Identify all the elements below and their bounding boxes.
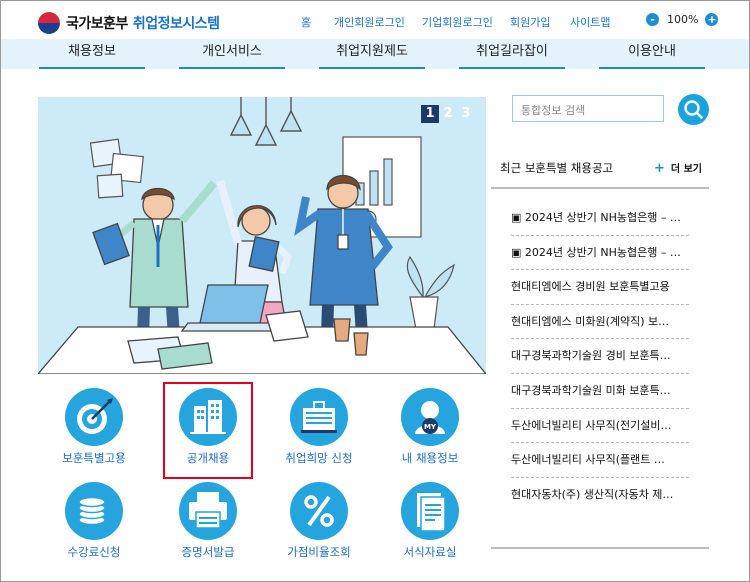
- main-nav: 채용정보 개인서비스 취업지원제도 취업길라잡이 이용안내: [1, 39, 749, 69]
- service-label: 취업희망 신청: [285, 451, 353, 465]
- service-form-library[interactable]: 서식자료실: [375, 482, 485, 560]
- logo-system-text: 취업정보시스템: [132, 16, 220, 32]
- notice-item[interactable]: ▣ 2024년 상반기 NH농협은행 – …: [511, 201, 689, 236]
- service-job-application[interactable]: 취업희망 신청: [264, 388, 374, 466]
- nav-personal-service[interactable]: 개인서비스: [179, 39, 285, 69]
- notice-item[interactable]: 현대자동차(주) 생산직(자동차 제…: [511, 478, 689, 513]
- more-label: 더 보기: [670, 164, 702, 175]
- zoom-control: - 100% +: [646, 13, 719, 26]
- service-label: 보훈특별고용: [62, 451, 126, 465]
- notice-item[interactable]: 대구경북과학기술원 경비 보훈특…: [511, 339, 689, 374]
- svg-text:MY: MY: [424, 423, 437, 431]
- zoom-in-button[interactable]: +: [705, 13, 719, 26]
- notice-top-divider: [491, 187, 709, 189]
- coins-icon: [65, 482, 123, 540]
- public-recruitment-highlight: [163, 382, 253, 479]
- percent-icon: [290, 482, 348, 540]
- target-icon: [65, 388, 123, 446]
- document-icon: [401, 482, 459, 540]
- site-logo[interactable]: 국가보훈부 취업정보시스템: [38, 12, 220, 34]
- service-my-recruitment[interactable]: MY 내 채용정보: [375, 388, 485, 466]
- plus-icon: +: [654, 161, 665, 176]
- banner-page-1[interactable]: 1: [421, 105, 439, 123]
- service-certificate-issue[interactable]: 증명서발급: [153, 482, 263, 560]
- service-tuition-application[interactable]: 수강료신청: [39, 482, 149, 560]
- nav-job-guide[interactable]: 취업길라잡이: [459, 39, 565, 69]
- clipboard-icon: [290, 388, 348, 446]
- notice-item[interactable]: 대구경북과학기술원 미화 보훈특…: [511, 374, 689, 409]
- home-link[interactable]: 홈: [301, 14, 311, 30]
- banner-pager: 123: [421, 105, 475, 123]
- notice-list: ▣ 2024년 상반기 NH농협은행 – … ▣ 2024년 상반기 NH농협은…: [511, 201, 689, 512]
- personal-login-link[interactable]: 개인회원로그인: [334, 14, 405, 30]
- search-icon: [684, 100, 703, 119]
- printer-icon: [179, 482, 237, 540]
- notice-section-title: 최근 보훈특별 채용공고: [500, 161, 614, 175]
- more-link[interactable]: + 더 보기: [654, 160, 702, 176]
- service-label: 가점비율조회: [287, 545, 351, 559]
- company-login-link[interactable]: 기업회원로그인: [422, 14, 493, 30]
- notice-item[interactable]: 두산에너빌리티 사무직(플랜트 …: [511, 443, 689, 478]
- top-bar: 국가보훈부 취업정보시스템 홈 개인회원로그인 기업회원로그인 회원가입 사이트…: [1, 1, 749, 41]
- service-label: 서식자료실: [403, 545, 457, 559]
- search-button[interactable]: [678, 94, 709, 125]
- search-input[interactable]: 통합정보 검색: [512, 95, 664, 122]
- nav-employment-support[interactable]: 취업지원제도: [319, 39, 425, 69]
- main-banner[interactable]: [38, 97, 486, 374]
- service-label: 수강료신청: [67, 545, 121, 559]
- service-bonus-rate-lookup[interactable]: 가점비율조회: [264, 482, 374, 560]
- notice-bottom-divider: [491, 547, 709, 549]
- notice-item[interactable]: 두산에너빌리티 사무직(전기설비…: [511, 409, 689, 444]
- banner-page-2[interactable]: 2: [439, 105, 457, 123]
- nav-job-info[interactable]: 채용정보: [39, 39, 145, 69]
- service-label: 증명서발급: [181, 545, 235, 559]
- notice-item[interactable]: 현대티엠에스 경비원 보훈특별고용: [511, 270, 689, 305]
- sitemap-link[interactable]: 사이트맵: [570, 14, 610, 30]
- signup-link[interactable]: 회원가입: [510, 14, 550, 30]
- notice-item[interactable]: 현대티엠에스 미화원(계약직) 보…: [511, 305, 689, 340]
- my-profile-icon: MY: [401, 388, 459, 446]
- nav-usage-guide[interactable]: 이용안내: [599, 39, 705, 69]
- office-team-illustration: [38, 97, 486, 374]
- taegeuk-logo-icon: [38, 12, 60, 34]
- logo-ministry-text: 국가보훈부: [66, 16, 128, 32]
- zoom-level: 100%: [667, 13, 699, 26]
- notice-item[interactable]: ▣ 2024년 상반기 NH농협은행 – …: [511, 236, 689, 271]
- service-label: 내 채용정보: [401, 451, 459, 465]
- banner-page-3[interactable]: 3: [457, 105, 475, 123]
- zoom-out-button[interactable]: -: [646, 13, 659, 26]
- service-special-employment[interactable]: 보훈특별고용: [39, 388, 149, 466]
